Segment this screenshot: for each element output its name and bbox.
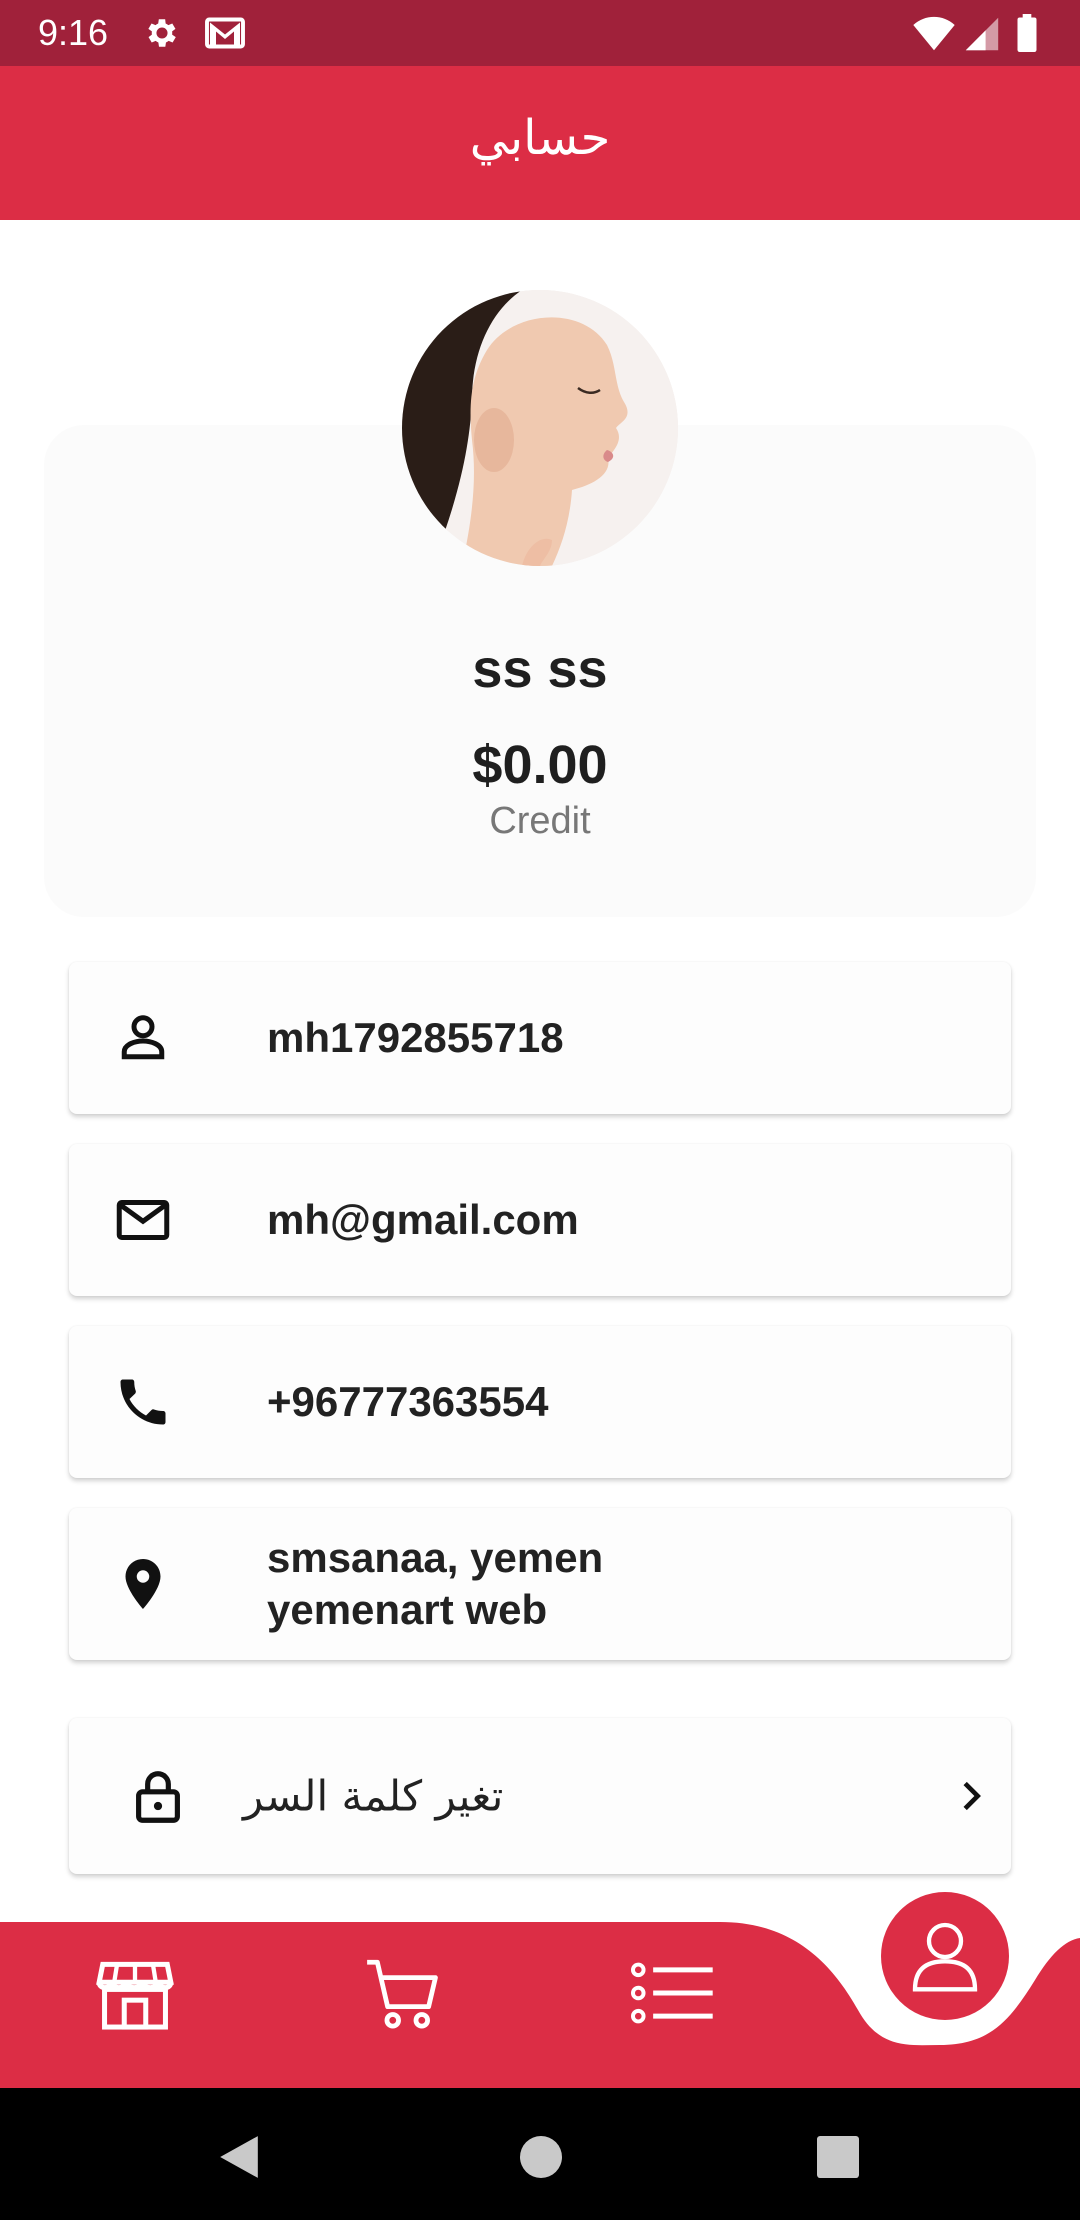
location-pin-icon bbox=[125, 1559, 161, 1609]
status-time: 9:16 bbox=[38, 12, 109, 53]
recents-icon[interactable] bbox=[817, 2136, 859, 2178]
battery-icon bbox=[1017, 14, 1037, 52]
wifi-icon bbox=[913, 16, 955, 51]
mail-icon bbox=[116, 1200, 170, 1240]
address-value: smsanaa, yemen yemenart web bbox=[267, 1532, 603, 1636]
profile-icon bbox=[912, 1922, 978, 1992]
chevron-right-icon bbox=[963, 1781, 981, 1811]
address-row: smsanaa, yemen yemenart web bbox=[69, 1508, 1011, 1660]
phone-icon bbox=[120, 1379, 166, 1425]
cart-icon[interactable] bbox=[362, 1952, 444, 2034]
profile-name: ss ss bbox=[472, 639, 608, 699]
signal-icon bbox=[965, 17, 999, 51]
app-bar: حسابي bbox=[0, 66, 1080, 220]
address-line-1: smsanaa, yemen bbox=[267, 1534, 604, 1581]
phone-row: +96777363554 bbox=[69, 1326, 1011, 1478]
change-password-row[interactable]: تغير كلمة السر bbox=[69, 1718, 1011, 1874]
email-row: mh@gmail.com bbox=[69, 1144, 1011, 1296]
store-icon[interactable] bbox=[92, 1950, 178, 2036]
system-nav-bar bbox=[0, 2088, 1080, 2220]
username-row: mh1792855718 bbox=[69, 962, 1011, 1114]
credit-label: Credit bbox=[489, 800, 591, 842]
email-value: mh@gmail.com bbox=[267, 1196, 579, 1243]
person-icon bbox=[121, 1015, 165, 1060]
credit-amount: $0.00 bbox=[472, 735, 608, 795]
avatar-photo bbox=[402, 290, 678, 566]
avatar[interactable] bbox=[402, 290, 678, 566]
username-value: mh1792855718 bbox=[267, 1014, 564, 1061]
profile-nav-button[interactable] bbox=[881, 1892, 1009, 2020]
gear-icon bbox=[148, 19, 176, 47]
change-password-label: تغير كلمة السر bbox=[243, 1771, 504, 1821]
gmail-icon bbox=[205, 17, 245, 49]
back-icon[interactable] bbox=[218, 2134, 260, 2180]
address-line-2: yemenart web bbox=[267, 1586, 548, 1633]
page-title: حسابي bbox=[469, 110, 611, 166]
list-icon[interactable] bbox=[630, 1958, 716, 2028]
phone-value: +96777363554 bbox=[267, 1378, 549, 1425]
home-icon[interactable] bbox=[520, 2136, 562, 2178]
bottom-nav bbox=[0, 1892, 1080, 2088]
status-bar: 9:16 bbox=[0, 0, 1080, 66]
lock-icon bbox=[136, 1771, 180, 1823]
